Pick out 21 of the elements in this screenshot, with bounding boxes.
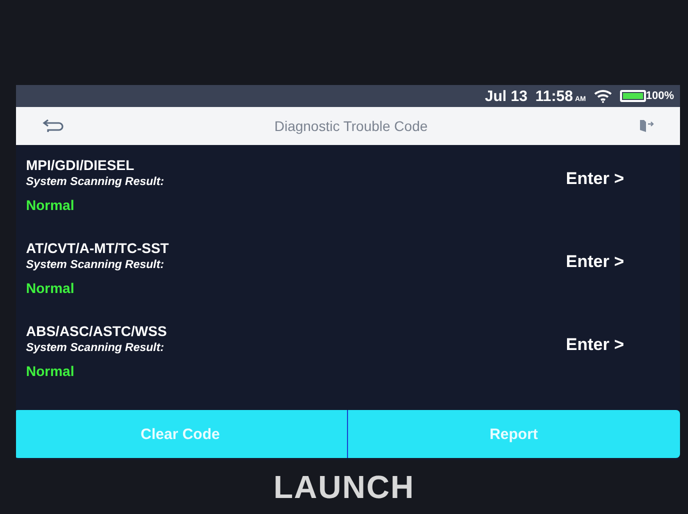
screen-title: Diagnostic Trouble Code [274, 118, 428, 134]
exit-icon[interactable] [638, 118, 654, 134]
enter-button[interactable]: Enter > [566, 335, 624, 355]
scan-result-label: System Scanning Result: [26, 176, 164, 188]
back-icon[interactable] [42, 118, 64, 134]
enter-button[interactable]: Enter > [566, 252, 624, 272]
scan-result-status: Normal [26, 280, 76, 296]
scan-result-status: Normal [26, 197, 76, 213]
clock-text: 11:58 [535, 88, 573, 104]
battery-icon [620, 90, 646, 102]
enter-button[interactable]: Enter > [566, 169, 624, 189]
brand-logo: LAUNCH [273, 468, 415, 506]
battery-text: 100% [646, 90, 674, 102]
system-name: ABS/ASC/ASTC/WSS [26, 323, 167, 339]
system-name: MPI/GDI/DIESEL [26, 157, 136, 173]
scan-result-label: System Scanning Result: [26, 259, 166, 271]
date-text: Jul 13 [484, 88, 528, 104]
scan-result-status: Normal [26, 363, 76, 379]
system-name: AT/CVT/A-MT/TC-SST [26, 240, 169, 256]
wifi-icon [594, 89, 612, 103]
scan-result-label: System Scanning Result: [26, 342, 166, 354]
